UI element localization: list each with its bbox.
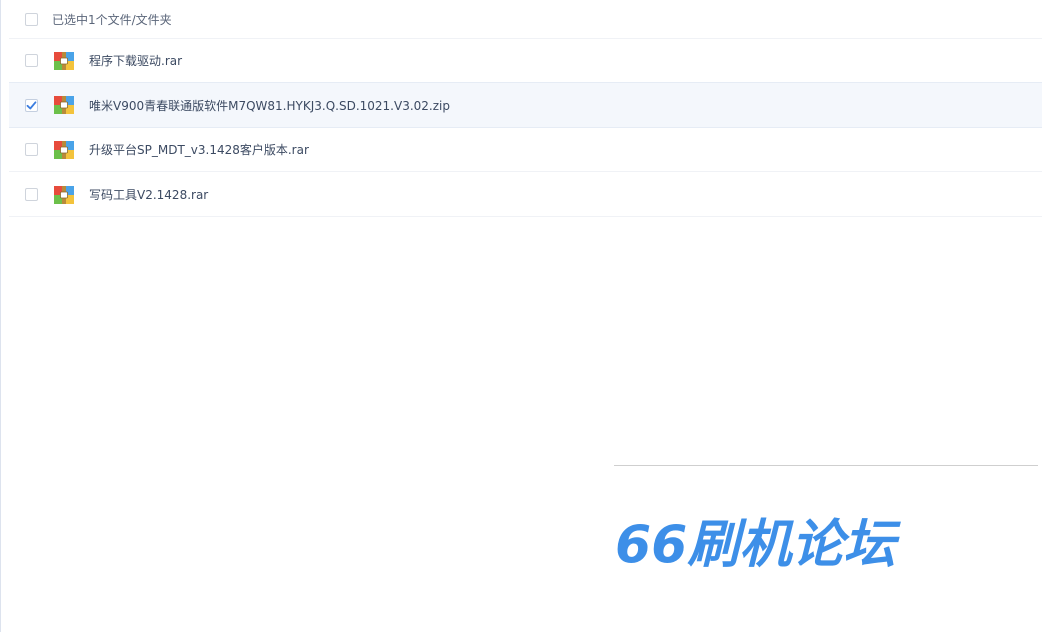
file-name[interactable]: 升级平台SP_MDT_v3.1428客户版本.rar bbox=[89, 141, 309, 158]
file-row-selected[interactable]: 唯米V900青春联通版软件M7QW81.HYKJ3.Q.SD.1021.V3.0… bbox=[9, 82, 1042, 128]
selection-header: 已选中1个文件/文件夹 bbox=[9, 0, 1042, 39]
file-name[interactable]: 程序下载驱动.rar bbox=[89, 52, 182, 69]
file-name[interactable]: 写码工具V2.1428.rar bbox=[89, 186, 208, 203]
select-all-checkbox[interactable] bbox=[25, 12, 38, 26]
file-row[interactable]: 程序下载驱动.rar bbox=[9, 39, 1042, 83]
file-row-checkbox[interactable] bbox=[25, 143, 38, 156]
file-row-checkbox-checked[interactable] bbox=[25, 98, 38, 112]
file-row[interactable]: 升级平台SP_MDT_v3.1428客户版本.rar bbox=[9, 128, 1042, 172]
archive-file-icon bbox=[54, 51, 74, 70]
watermark-logo: 66刷机论坛 bbox=[615, 515, 901, 575]
file-list-panel: 已选中1个文件/文件夹 程序下载驱动.rar 唯米V900青春联通版软件M7QW… bbox=[0, 0, 1042, 632]
file-name[interactable]: 唯米V900青春联通版软件M7QW81.HYKJ3.Q.SD.1021.V3.0… bbox=[89, 97, 450, 114]
divider-line bbox=[614, 465, 1038, 466]
file-row[interactable]: 写码工具V2.1428.rar bbox=[9, 173, 1042, 217]
file-row-checkbox[interactable] bbox=[25, 54, 38, 67]
watermark-text: 66刷机论坛 bbox=[615, 515, 901, 575]
selection-count-label: 已选中1个文件/文件夹 bbox=[52, 12, 172, 27]
archive-file-icon bbox=[54, 96, 74, 114]
archive-file-icon bbox=[54, 185, 74, 204]
file-row-checkbox[interactable] bbox=[25, 188, 38, 201]
checkmark-icon bbox=[26, 100, 37, 109]
archive-file-icon bbox=[54, 140, 74, 159]
